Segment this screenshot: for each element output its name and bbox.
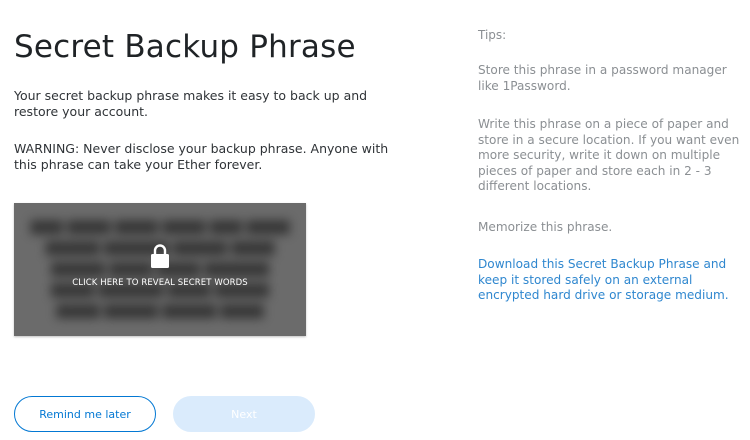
reveal-label: CLICK HERE TO REVEAL SECRET WORDS (72, 278, 248, 288)
intro-text: Your secret backup phrase makes it easy … (14, 88, 368, 119)
next-button[interactable]: Next (173, 396, 315, 432)
remind-me-later-button[interactable]: Remind me later (14, 396, 156, 432)
tip-write-on-paper: Write this phrase on a piece of paper an… (478, 117, 740, 193)
blurred-secret-words: ▇▇▇ ▇▇▇▇ ▇▇▇▇ ▇▇▇▇ ▇▇▇ ▇▇▇▇ ▇▇▇▇▇ ▇▇▇▇▇▇… (30, 219, 290, 319)
tip-password-manager: Store this phrase in a password manager … (478, 63, 727, 93)
warning-text: WARNING: Never disclose your backup phra… (14, 141, 389, 172)
tips-heading: Tips: (478, 28, 507, 42)
reveal-secret-words-button[interactable]: ▇▇▇ ▇▇▇▇ ▇▇▇▇ ▇▇▇▇ ▇▇▇ ▇▇▇▇ ▇▇▇▇▇ ▇▇▇▇▇▇… (14, 203, 306, 336)
lock-icon (151, 244, 169, 268)
download-backup-phrase-link[interactable]: Download this Secret Backup Phrase and k… (478, 257, 744, 304)
tip-memorize: Memorize this phrase. (478, 220, 613, 234)
page-title: Secret Backup Phrase (14, 29, 356, 65)
